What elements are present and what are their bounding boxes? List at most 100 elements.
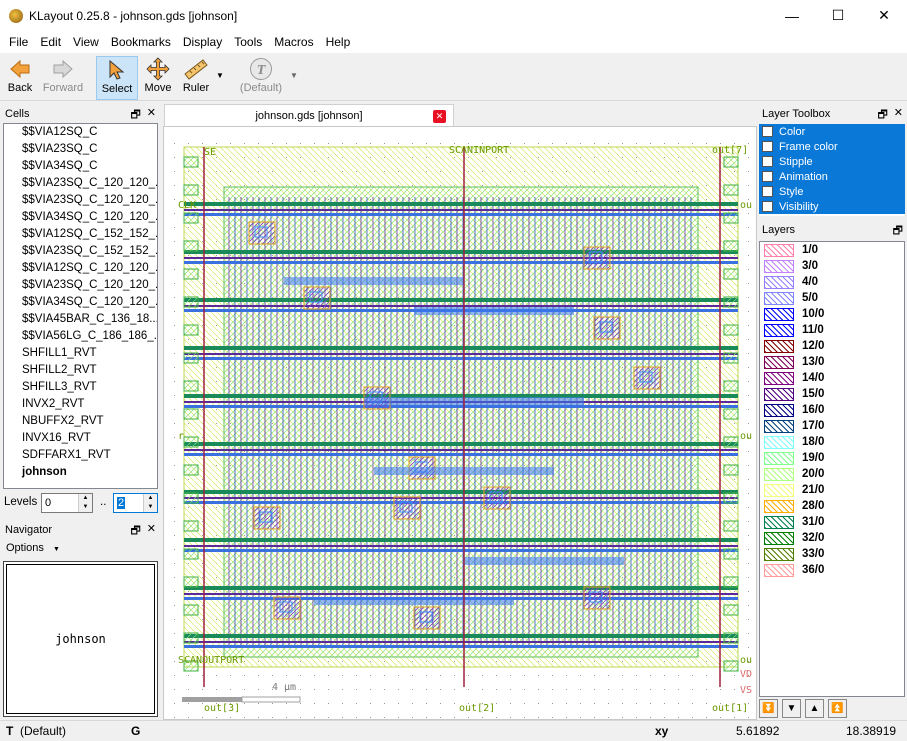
cell-tree-item[interactable]: $$VIA34SQ_C_120_120_... — [4, 294, 157, 311]
layer-name: 5/0 — [802, 292, 818, 304]
layer-row[interactable]: 33/0 — [760, 546, 904, 562]
cell-tree-item[interactable]: $$VIA12SQ_C_152_152_... — [4, 226, 157, 243]
layer-toolbox-item[interactable]: Animation — [759, 169, 905, 184]
menu-display[interactable]: Display — [178, 35, 227, 49]
layer-toolbox-item[interactable]: Visibility — [759, 199, 905, 214]
layer-row[interactable]: 18/0 — [760, 434, 904, 450]
cell-tree-item[interactable]: $$VIA12SQ_C_120_120_... — [4, 260, 157, 277]
menu-edit[interactable]: Edit — [35, 35, 66, 49]
expand-checkbox-icon[interactable] — [762, 186, 773, 197]
float-panel-icon[interactable]: 🗗 — [130, 522, 140, 541]
layer-toolbox-item[interactable]: Frame color — [759, 139, 905, 154]
menu-view[interactable]: View — [68, 35, 104, 49]
cell-tree-item[interactable]: $$VIA34SQ_C — [4, 158, 157, 175]
move-to-bottom-icon[interactable]: ⏬ — [759, 699, 778, 718]
layer-row[interactable]: 11/0 — [760, 322, 904, 338]
layout-shape — [723, 324, 739, 336]
forward-label: Forward — [42, 82, 84, 94]
status-y-coordinate: 18.38919 — [846, 724, 897, 738]
cell-tree-item[interactable]: SDFFARX1_RVT — [4, 447, 157, 464]
back-button[interactable]: Back — [5, 56, 35, 100]
grid-dot — [594, 675, 595, 676]
ruler-dropdown-arrow-icon[interactable]: ▼ — [216, 71, 224, 80]
expand-checkbox-icon[interactable] — [762, 201, 773, 212]
tab-close-icon[interactable]: ✕ — [433, 110, 446, 123]
layer-row[interactable]: 21/0 — [760, 482, 904, 498]
layer-row[interactable]: 19/0 — [760, 450, 904, 466]
cell-tree-item[interactable]: $$VIA12SQ_C — [4, 124, 157, 141]
layer-row[interactable]: 32/0 — [760, 530, 904, 546]
close-panel-icon[interactable]: ✕ — [894, 106, 903, 125]
menu-file[interactable]: File — [4, 35, 33, 49]
cell-tree-item[interactable]: $$VIA56LG_C_186_186_... — [4, 328, 157, 345]
cell-tree-item[interactable]: INVX16_RVT — [4, 430, 157, 447]
cell-tree-item[interactable]: $$VIA23SQ_C_152_152_... — [4, 243, 157, 260]
cell-tree-item[interactable]: NBUFFX2_RVT — [4, 413, 157, 430]
layer-row[interactable]: 36/0 — [760, 562, 904, 578]
layer-row[interactable]: 5/0 — [760, 290, 904, 306]
expand-checkbox-icon[interactable] — [762, 126, 773, 137]
cell-tree-item[interactable]: SHFILL1_RVT — [4, 345, 157, 362]
close-panel-icon[interactable]: ✕ — [147, 522, 156, 541]
move-to-top-icon[interactable]: ⏫ — [828, 699, 847, 718]
cell-tree-item[interactable]: $$VIA23SQ_C — [4, 141, 157, 158]
grid-dot — [174, 493, 175, 494]
layer-row[interactable]: 10/0 — [760, 306, 904, 322]
cell-tree-item[interactable]: INVX2_RVT — [4, 396, 157, 413]
navigator-options-menu[interactable]: Options ▼ — [6, 542, 60, 554]
layer-row[interactable]: 15/0 — [760, 386, 904, 402]
expand-checkbox-icon[interactable] — [762, 156, 773, 167]
cell-tree-item[interactable]: SHFILL3_RVT — [4, 379, 157, 396]
layer-row[interactable]: 14/0 — [760, 370, 904, 386]
cell-tree-item[interactable]: $$VIA23SQ_C_120_120_... — [4, 192, 157, 209]
menu-help[interactable]: Help — [321, 35, 356, 49]
menu-bookmarks[interactable]: Bookmarks — [106, 35, 176, 49]
minimize-button[interactable]: — — [769, 0, 815, 31]
forward-button[interactable]: Forward — [41, 56, 85, 100]
move-up-icon[interactable]: ▲ — [805, 699, 824, 718]
menu-macros[interactable]: Macros — [269, 35, 318, 49]
layer-row[interactable]: 17/0 — [760, 418, 904, 434]
cell-tree-item[interactable]: $$VIA23SQ_C_120_120_... — [4, 277, 157, 294]
layers-list[interactable]: 1/0 3/0 4/0 5/0 10/0 11/0 12/0 13/0 14/0 15/0 16/0… — [759, 241, 905, 697]
move-tool-button[interactable]: Move — [142, 56, 174, 100]
cell-tree-item[interactable]: $$VIA34SQ_C_120_120_... — [4, 209, 157, 226]
layer-toolbox-item[interactable]: Stipple — [759, 154, 905, 169]
maximize-button[interactable]: ☐ — [815, 0, 861, 31]
select-tool-button[interactable]: Select — [96, 56, 138, 100]
spin-arrows-icon[interactable]: ▲ ▼ — [78, 494, 92, 512]
menu-tools[interactable]: Tools — [229, 35, 267, 49]
level-max-spinbox[interactable]: 2 ▲ ▼ — [113, 493, 158, 513]
float-panel-icon[interactable]: 🗗 — [877, 106, 887, 125]
tab-johnson[interactable]: johnson.gds [johnson] ✕ — [164, 104, 454, 126]
cells-tree[interactable]: $$VIA12SQ_C $$VIA23SQ_C $$VIA34SQ_C $$VIA23… — [3, 123, 158, 489]
move-down-icon[interactable]: ▼ — [782, 699, 801, 718]
cell-tree-item[interactable]: johnson — [4, 464, 157, 481]
layer-row[interactable]: 13/0 — [760, 354, 904, 370]
default-style-button[interactable]: T (Default) — [236, 56, 286, 100]
navigator-view[interactable]: johnson — [3, 561, 158, 717]
cell-tree-item[interactable]: $$VIA45BAR_C_136_18... — [4, 311, 157, 328]
expand-checkbox-icon[interactable] — [762, 171, 773, 182]
layer-row[interactable]: 4/0 — [760, 274, 904, 290]
expand-checkbox-icon[interactable] — [762, 141, 773, 152]
layer-row[interactable]: 3/0 — [760, 258, 904, 274]
layer-row[interactable]: 20/0 — [760, 466, 904, 482]
layer-row[interactable]: 28/0 — [760, 498, 904, 514]
layer-row[interactable]: 1/0 — [760, 242, 904, 258]
layer-toolbox-item[interactable]: Style — [759, 184, 905, 199]
close-window-button[interactable]: ✕ — [861, 0, 907, 31]
layer-toolbox-item[interactable]: Color — [759, 124, 905, 139]
level-min-spinbox[interactable]: 0 ▲ ▼ — [41, 493, 93, 513]
layer-row[interactable]: 16/0 — [760, 402, 904, 418]
layout-shape — [723, 660, 739, 672]
cell-tree-item[interactable]: $$VIA23SQ_C_120_120_... — [4, 175, 157, 192]
layer-row[interactable]: 12/0 — [760, 338, 904, 354]
cell-tree-item[interactable]: SHFILL2_RVT — [4, 362, 157, 379]
layout-canvas[interactable]: SE SCANINPORT out[7] CLK r ou ou SCANOUT… — [163, 126, 757, 720]
layer-row[interactable]: 31/0 — [760, 514, 904, 530]
spin-arrows-icon[interactable]: ▲ ▼ — [143, 494, 157, 512]
style-dropdown-arrow-icon[interactable]: ▼ — [290, 71, 298, 80]
float-panel-icon[interactable]: 🗗 — [893, 222, 903, 241]
ruler-tool-button[interactable]: Ruler — [180, 56, 212, 100]
